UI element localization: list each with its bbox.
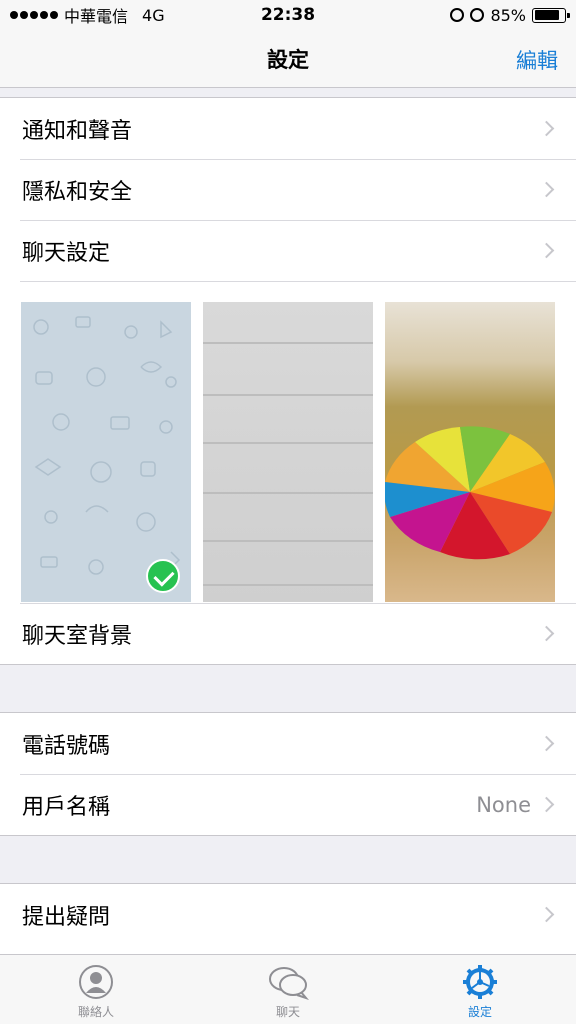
row-label: 用戶名稱 bbox=[22, 794, 111, 820]
row-right: None bbox=[476, 793, 556, 817]
chevron-right-icon bbox=[538, 796, 555, 813]
selected-check-icon bbox=[146, 559, 180, 593]
chevron-right-icon bbox=[538, 735, 555, 752]
chat-bubbles-icon bbox=[269, 967, 309, 1000]
alarm-icon bbox=[470, 8, 485, 22]
carrier-name: 中華電信 bbox=[64, 7, 129, 26]
battery-icon bbox=[532, 7, 570, 23]
tab-label: 聯絡人 bbox=[77, 1005, 114, 1019]
settings-row-ask-question[interactable]: 提出疑問 bbox=[0, 884, 576, 945]
settings-section-account: 電話號碼 用戶名稱 None bbox=[0, 712, 576, 836]
gear-icon bbox=[463, 965, 497, 999]
row-label: 聊天室背景 bbox=[22, 623, 133, 649]
rotation-lock-icon bbox=[450, 8, 465, 22]
status-bar: 中華電信 4G 22:38 85% bbox=[0, 0, 576, 30]
settings-row-notifications[interactable]: 通知和聲音 bbox=[0, 98, 576, 159]
settings-row-chat-background[interactable]: 聊天室背景 bbox=[0, 603, 576, 664]
battery-fill bbox=[534, 10, 560, 20]
tab-label: 設定 bbox=[467, 1005, 492, 1019]
chevron-right-icon bbox=[538, 120, 555, 137]
row-label: 聊天設定 bbox=[22, 240, 111, 266]
settings-section-chat: 通知和聲音 隱私和安全 聊天設定 聊天室背景 bbox=[0, 97, 576, 665]
person-icon bbox=[79, 965, 113, 999]
row-label: 通知和聲音 bbox=[22, 118, 133, 144]
chevron-right-icon bbox=[538, 906, 555, 923]
battery-percent: 85% bbox=[490, 5, 526, 25]
wallpaper-option-umbrella[interactable] bbox=[385, 302, 555, 602]
row-label: 電話號碼 bbox=[22, 733, 111, 759]
doodle-pattern-icon bbox=[33, 316, 181, 575]
status-right: 85% bbox=[450, 5, 570, 25]
page-title: 設定 bbox=[267, 47, 309, 72]
settings-section-help: 提出疑問 bbox=[0, 883, 576, 955]
chevron-right-icon bbox=[538, 181, 555, 198]
settings-row-chat-settings[interactable]: 聊天設定 bbox=[0, 220, 576, 281]
tab-label: 聊天 bbox=[275, 1005, 300, 1019]
tab-contacts[interactable]: 聯絡人 bbox=[0, 955, 192, 1024]
settings-row-username[interactable]: 用戶名稱 None bbox=[0, 774, 576, 835]
settings-row-privacy[interactable]: 隱私和安全 bbox=[0, 159, 576, 220]
settings-row-phone-number[interactable]: 電話號碼 bbox=[0, 713, 576, 774]
chevron-right-icon bbox=[538, 242, 555, 259]
row-label: 提出疑問 bbox=[22, 904, 111, 930]
wallpaper-gallery bbox=[0, 281, 576, 603]
edit-button[interactable]: 編輯 bbox=[516, 45, 558, 75]
tab-settings[interactable]: 設定 bbox=[384, 955, 576, 1024]
username-value: None bbox=[476, 792, 531, 817]
signal-strength-icon bbox=[10, 11, 58, 19]
tab-bar: 聯絡人 聊天 設定 bbox=[0, 954, 576, 1024]
row-label: 隱私和安全 bbox=[22, 179, 133, 205]
navigation-bar: 設定 編輯 bbox=[0, 30, 576, 88]
tab-chats[interactable]: 聊天 bbox=[192, 955, 384, 1024]
status-left: 中華電信 4G bbox=[10, 3, 165, 27]
wallpaper-option-wood[interactable] bbox=[203, 302, 373, 602]
network-type: 4G bbox=[142, 5, 165, 25]
rainbow-umbrella-icon bbox=[385, 426, 555, 560]
chevron-right-icon bbox=[538, 625, 555, 642]
wallpaper-option-pattern[interactable] bbox=[21, 302, 191, 602]
